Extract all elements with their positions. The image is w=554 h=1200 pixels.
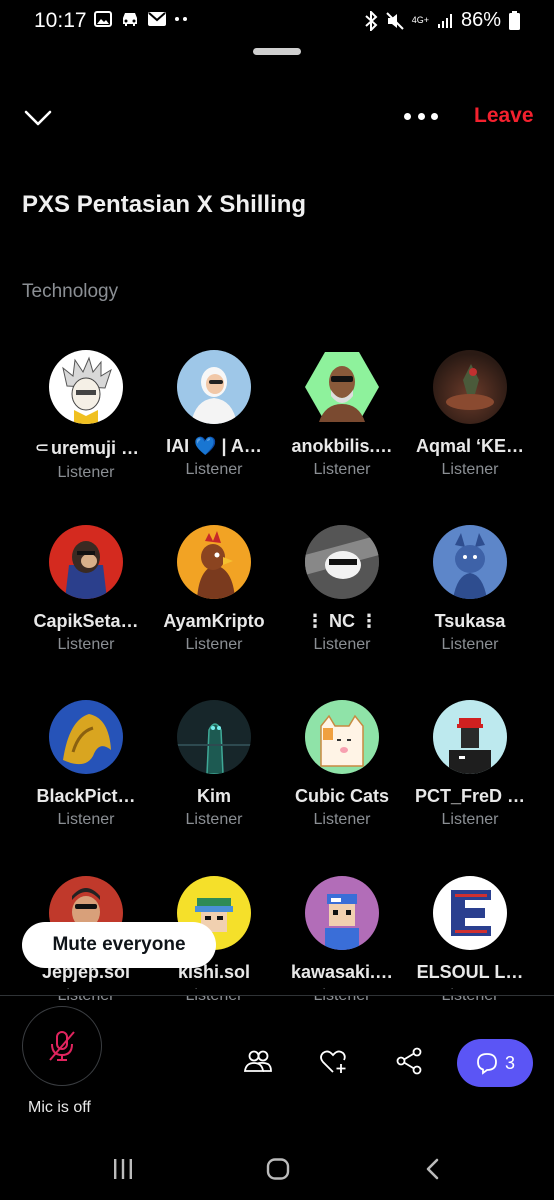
status-bar: 10:17 4G+ 86% xyxy=(0,0,554,42)
drag-handle[interactable] xyxy=(253,48,301,55)
participant-role: Listener xyxy=(185,811,243,828)
participant-role: Listener xyxy=(441,636,499,653)
participant-name: Cubic Cats xyxy=(294,786,390,806)
avatar xyxy=(305,876,379,950)
participant-name: Tsukasa xyxy=(434,611,506,631)
avatar xyxy=(305,700,379,774)
participant-name: ⋮ NC ⋮ xyxy=(306,611,378,631)
participant-name: CapikSeta… xyxy=(33,611,139,631)
participant[interactable]: ⸦uremuji … Listener xyxy=(22,350,150,482)
bluetooth-icon xyxy=(365,10,378,31)
signal-icon xyxy=(437,13,452,28)
mic-status-label: Mic is off xyxy=(28,1099,91,1116)
avatar xyxy=(433,876,507,950)
people-icon[interactable] xyxy=(243,1046,273,1076)
participant[interactable]: Aqmal ‘KE… Listener xyxy=(406,350,534,479)
system-icons: 4G+ 86% xyxy=(364,9,520,32)
bottom-divider xyxy=(0,995,554,996)
avatar xyxy=(433,350,507,424)
participant-role: Listener xyxy=(441,461,499,478)
leave-button[interactable]: Leave xyxy=(474,104,534,128)
avatar xyxy=(49,525,123,599)
participant[interactable]: anokbilis.… Listener xyxy=(278,350,406,479)
back-icon[interactable] xyxy=(424,1158,440,1180)
participant-name: kawasaki.… xyxy=(290,962,394,982)
participant-name: Aqmal ‘KE… xyxy=(415,436,525,456)
participant[interactable]: kawasaki.… Listener xyxy=(278,876,406,1005)
participant[interactable]: Cubic Cats Listener xyxy=(278,700,406,829)
participant-role: Listener xyxy=(185,636,243,653)
participant-role: Listener xyxy=(57,636,115,653)
avatar xyxy=(305,525,379,599)
home-icon[interactable] xyxy=(266,1158,290,1180)
more-notifications-icon xyxy=(175,17,187,21)
participant[interactable]: IAI 💙 | A… Listener xyxy=(150,350,278,479)
space-title: PXS Pentasian X Shilling xyxy=(22,191,307,218)
participant[interactable]: Tsukasa Listener xyxy=(406,525,534,654)
react-heart-icon[interactable] xyxy=(318,1046,348,1076)
participant-name: BlackPict… xyxy=(36,786,136,806)
participant-name: ELSOUL L… xyxy=(416,962,524,982)
notification-icons xyxy=(94,11,188,27)
participant[interactable]: ⋮ NC ⋮ Listener xyxy=(278,525,406,654)
participant-name: IAI 💙 | A… xyxy=(166,436,262,456)
participant-role: Listener xyxy=(441,811,499,828)
participant-role: Listener xyxy=(313,811,371,828)
chat-bubble-icon xyxy=(477,1053,497,1075)
avatar xyxy=(49,350,123,424)
participant-name: AyamKripto xyxy=(163,611,265,631)
participant-role: Listener xyxy=(57,464,115,481)
chevron-down-icon[interactable] xyxy=(22,104,54,130)
participant[interactable]: PCT_FreD … Listener xyxy=(406,700,534,829)
participant-role: Listener xyxy=(57,811,115,828)
avatar xyxy=(177,525,251,599)
participant-role: Listener xyxy=(313,461,371,478)
avatar xyxy=(305,350,379,424)
system-nav-bar xyxy=(0,1140,554,1200)
chat-button[interactable]: 3 xyxy=(457,1039,533,1087)
recent-apps-icon[interactable] xyxy=(112,1158,134,1180)
car-icon xyxy=(123,13,137,26)
battery-icon xyxy=(509,11,520,30)
avatar xyxy=(433,700,507,774)
participant-name: PCT_FreD … xyxy=(414,786,526,806)
participant-name: Kim xyxy=(196,786,231,806)
more-options-button[interactable] xyxy=(404,107,438,125)
avatar xyxy=(177,350,251,424)
space-topic: Technology xyxy=(22,281,119,302)
network-type: 4G+ xyxy=(411,15,429,25)
mail-icon xyxy=(148,12,166,26)
participant[interactable]: CapikSeta… Listener xyxy=(22,525,150,654)
mic-off-icon xyxy=(49,1031,75,1061)
gallery-icon xyxy=(94,11,112,27)
avatar xyxy=(49,700,123,774)
mute-everyone-button[interactable]: Mute everyone xyxy=(22,922,216,968)
participant[interactable]: AyamKripto Listener xyxy=(150,525,278,654)
participant[interactable]: BlackPict… Listener xyxy=(22,700,150,829)
chat-count: 3 xyxy=(504,1052,515,1073)
share-icon[interactable] xyxy=(394,1046,424,1076)
avatar xyxy=(433,525,507,599)
mic-toggle-button[interactable] xyxy=(22,1006,102,1086)
participant-role: Listener xyxy=(313,636,371,653)
status-time: 10:17 xyxy=(34,9,87,32)
participant-name: ⸦uremuji … xyxy=(32,438,139,458)
participant[interactable]: ELSOUL L… Listener xyxy=(406,876,534,1005)
participant-name: anokbilis.… xyxy=(291,436,393,456)
avatar xyxy=(177,700,251,774)
participant-role: Listener xyxy=(185,461,243,478)
mute-icon xyxy=(385,11,404,30)
participant[interactable]: Kim Listener xyxy=(150,700,278,829)
battery-percent: 86% xyxy=(460,9,501,31)
